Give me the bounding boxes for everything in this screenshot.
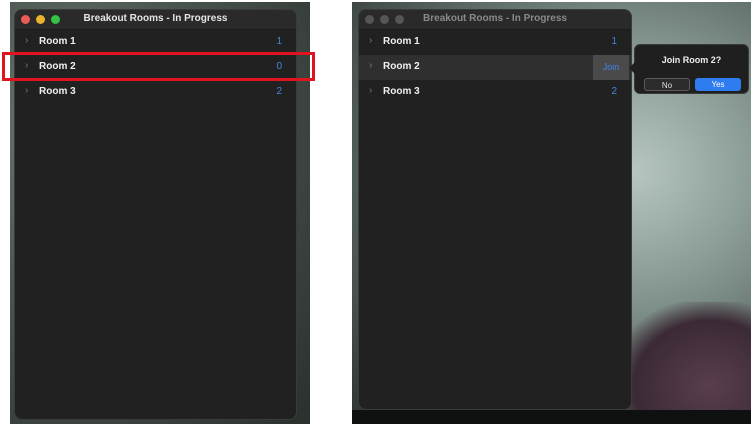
- room-row-3[interactable]: › Room 3 2: [15, 80, 296, 105]
- room-name: Room 3: [383, 86, 420, 97]
- title-bar: Breakout Rooms - In Progress: [359, 10, 631, 30]
- chevron-right-icon[interactable]: ›: [369, 85, 372, 96]
- room-name: Room 3: [39, 86, 76, 97]
- confirmation-title: Join Room 2?: [661, 55, 722, 65]
- breakout-rooms-window-inactive: Breakout Rooms - In Progress › Room 1 1 …: [358, 9, 632, 410]
- title-bar: Breakout Rooms - In Progress: [15, 10, 296, 30]
- room-participant-count: 2: [611, 86, 617, 97]
- chevron-right-icon[interactable]: ›: [25, 35, 28, 46]
- window-title: Breakout Rooms - In Progress: [423, 13, 567, 24]
- join-room-button[interactable]: Join: [593, 55, 629, 80]
- room-row-3[interactable]: › Room 3 2: [359, 80, 631, 105]
- chevron-right-icon[interactable]: ›: [369, 35, 372, 46]
- room-2-highlight-box: [2, 52, 315, 81]
- room-participant-count: 1: [611, 36, 617, 47]
- background-blob: [612, 302, 751, 422]
- chevron-right-icon[interactable]: ›: [369, 60, 372, 71]
- room-row-1[interactable]: › Room 1 1: [359, 30, 631, 55]
- background-shadow: [352, 410, 751, 424]
- room-participant-count: 1: [276, 36, 282, 47]
- chevron-right-icon[interactable]: ›: [25, 85, 28, 96]
- room-name: Room 1: [39, 36, 76, 47]
- room-name: Room 1: [383, 36, 420, 47]
- room-name: Room 2: [383, 61, 420, 72]
- room-participant-count: 2: [276, 86, 282, 97]
- join-room-confirmation: Join Room 2? No Yes: [629, 44, 749, 94]
- no-button[interactable]: No: [644, 78, 690, 91]
- room-row-2[interactable]: › Room 2 Join: [359, 55, 631, 80]
- yes-button[interactable]: Yes: [695, 78, 741, 91]
- window-title: Breakout Rooms - In Progress: [83, 13, 228, 24]
